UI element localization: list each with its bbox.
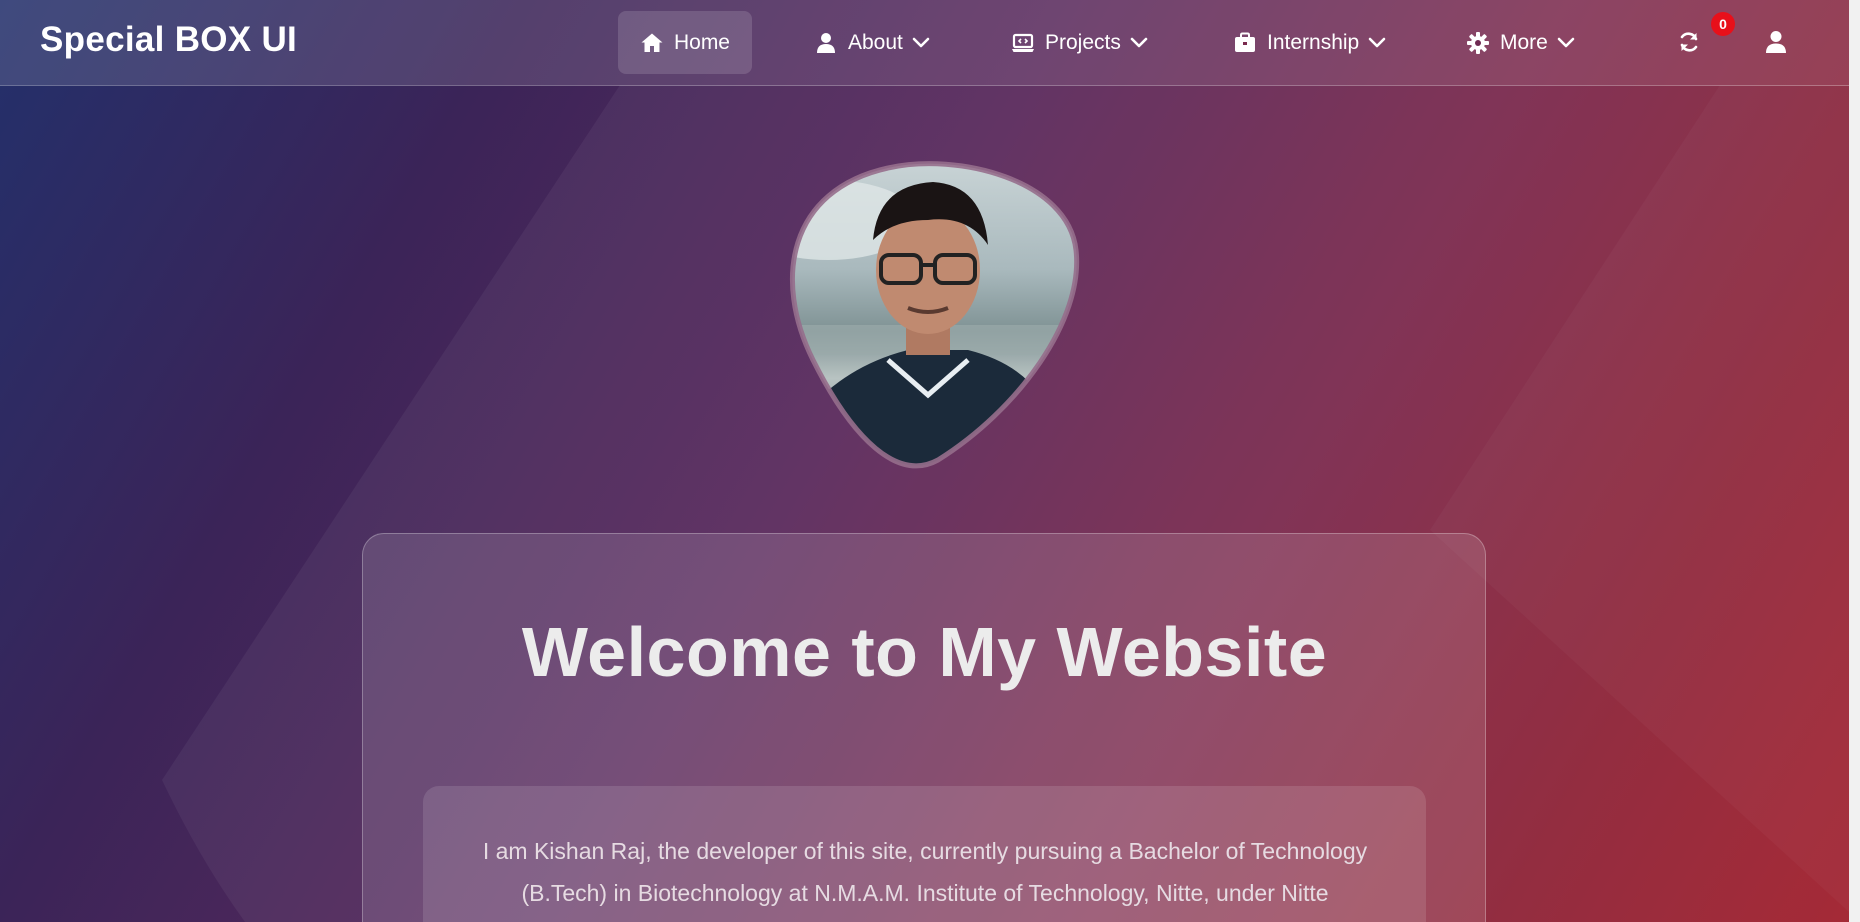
nav-more[interactable]: More xyxy=(1444,11,1597,74)
chevron-down-icon xyxy=(1557,37,1575,47)
refresh-icon xyxy=(1680,32,1698,52)
gear-icon xyxy=(1467,31,1489,54)
nav-about-label: About xyxy=(848,30,903,54)
briefcase-icon xyxy=(1235,32,1255,52)
user-icon xyxy=(817,32,835,53)
intro-text: I am Kishan Raj, the developer of this s… xyxy=(482,838,1368,906)
nav-more-label: More xyxy=(1500,30,1548,54)
home-icon xyxy=(641,33,663,52)
scrollbar[interactable] xyxy=(1849,0,1860,922)
refresh-button[interactable] xyxy=(1675,28,1703,56)
nav-internship-label: Internship xyxy=(1267,30,1360,54)
nav-projects[interactable]: Projects xyxy=(989,11,1170,74)
brand-logo[interactable]: Special BOX UI xyxy=(40,20,297,60)
nav-about[interactable]: About xyxy=(792,11,952,74)
page-title: Welcome to My Website xyxy=(521,613,1328,691)
nav-projects-label: Projects xyxy=(1045,30,1121,54)
chevron-down-icon xyxy=(912,37,930,47)
chevron-down-icon xyxy=(1130,37,1148,47)
profile-photo xyxy=(790,161,1080,469)
page: Special BOX UI Home About Projects Inter… xyxy=(0,0,1860,922)
chevron-down-icon xyxy=(1368,37,1386,47)
notification-badge: 0 xyxy=(1711,12,1735,36)
nav-home[interactable]: Home xyxy=(618,11,752,74)
profile-button[interactable] xyxy=(1762,28,1790,56)
profile-icon xyxy=(1766,31,1786,53)
nav-internship[interactable]: Internship xyxy=(1211,11,1408,74)
laptop-code-icon xyxy=(1012,33,1034,52)
nav-home-label: Home xyxy=(673,30,730,54)
navbar: Special BOX UI Home About Projects Inter… xyxy=(0,0,1849,86)
